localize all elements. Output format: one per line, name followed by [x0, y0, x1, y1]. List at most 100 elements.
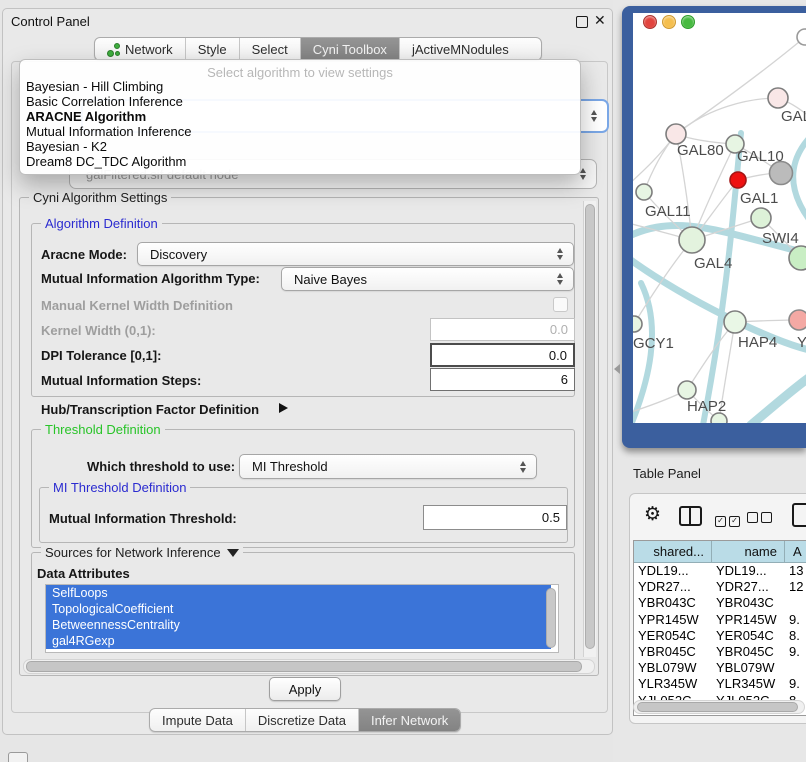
algorithm-option[interactable]: Bayesian - Hill Climbing	[20, 80, 580, 95]
table-horizontal-scrollbar[interactable]	[633, 700, 805, 714]
tab-select[interactable]: Select	[240, 38, 301, 60]
network-node[interactable]	[724, 311, 746, 333]
table-row[interactable]: YPR145WYPR145W9.	[634, 612, 806, 628]
network-canvas[interactable]: GALGAL80GAL10GAL1GAL11SWI4GAL4GCY1HAP4YH…	[633, 13, 806, 423]
network-node[interactable]	[666, 124, 686, 144]
attribute-item[interactable]: TopologicalCoefficient	[46, 601, 551, 617]
attribute-item[interactable]: BetweennessCentrality	[46, 617, 551, 633]
node-label: GAL80	[677, 142, 724, 159]
panel-collapse-handle[interactable]	[614, 364, 620, 374]
thin-edge[interactable]	[676, 98, 778, 134]
group-title: Threshold Definition	[41, 422, 165, 437]
network-node[interactable]	[730, 172, 746, 188]
scrollbar-thumb[interactable]	[585, 204, 595, 649]
table-row[interactable]: YLR345WYLR345W9.	[634, 676, 806, 692]
scrollbar-thumb[interactable]	[26, 661, 582, 672]
table-cell: 9.	[785, 676, 806, 692]
table-cell: 9.	[785, 612, 806, 628]
dpi-tolerance-field[interactable]: 0.0	[430, 343, 575, 367]
gear-icon[interactable]: ⚙	[644, 505, 661, 524]
network-node[interactable]	[797, 29, 806, 45]
table-cell: YDL19...	[634, 563, 712, 579]
group-title: Algorithm Definition	[41, 216, 162, 231]
close-panel-icon[interactable]: ✕	[594, 12, 606, 29]
table-cell: YDR27...	[634, 579, 712, 595]
aracne-mode-combobox[interactable]: Discovery	[137, 242, 574, 266]
network-node[interactable]	[789, 246, 806, 270]
float-window-icon[interactable]	[576, 16, 588, 28]
table-row[interactable]: YBR045CYBR045C9.	[634, 644, 806, 660]
document-icon[interactable]	[792, 503, 806, 527]
network-node[interactable]	[633, 316, 642, 332]
collapse-arrow-icon[interactable]	[227, 549, 239, 557]
table-row[interactable]: YDR27...YDR27...12	[634, 579, 806, 595]
table-row[interactable]: YBL079WYBL079W	[634, 660, 806, 676]
mi-threshold-field[interactable]: 0.5	[423, 505, 567, 530]
control-panel: Control Panel ✕ NetworkStyleSelectCyni T…	[2, 8, 613, 735]
thick-edge[interactable]	[751, 373, 806, 423]
algorithm-option[interactable]: Bayesian - K2	[20, 140, 580, 155]
scrollbar-thumb[interactable]	[546, 588, 556, 648]
attribute-item[interactable]: gal4RGexp	[46, 633, 551, 649]
tab-cyni-toolbox[interactable]: Cyni Toolbox	[301, 38, 400, 60]
which-threshold-value: MI Threshold	[252, 459, 328, 474]
network-node[interactable]	[768, 88, 788, 108]
table-cell	[785, 595, 806, 611]
column-header[interactable]: A	[785, 541, 806, 563]
mi-steps-field[interactable]: 6	[430, 368, 575, 391]
mi-algorithm-type-combobox[interactable]: Naive Bayes	[281, 267, 574, 291]
table-cell: 9.	[785, 644, 806, 660]
algorithm-option[interactable]: ARACNE Algorithm	[20, 110, 580, 125]
table-cell: YPR145W	[634, 612, 712, 628]
tab-discretize-data[interactable]: Discretize Data	[246, 709, 359, 731]
which-threshold-label: Which threshold to use:	[87, 459, 235, 474]
unchecked-boxes-icon[interactable]	[747, 510, 772, 528]
table-row[interactable]: YER054CYER054C8.	[634, 628, 806, 644]
network-view-window[interactable]: GALGAL80GAL10GAL1GAL11SWI4GAL4GCY1HAP4YH…	[622, 6, 806, 448]
data-table[interactable]: shared... name A YDL19...YDL19...13YDR27…	[633, 540, 806, 716]
checked-boxes-icon[interactable]: ✓✓	[715, 510, 740, 528]
network-node[interactable]	[678, 381, 696, 399]
thick-edge[interactable]	[633, 283, 652, 423]
tab-style[interactable]: Style	[186, 38, 240, 60]
table-cell: YER054C	[712, 628, 785, 644]
expand-arrow-icon[interactable]	[279, 403, 288, 413]
scrollbar-thumb[interactable]	[637, 702, 798, 712]
algorithm-option[interactable]: Mutual Information Inference	[20, 125, 580, 140]
node-label: GAL10	[737, 148, 784, 165]
hub-definition-label: Hub/Transcription Factor Definition	[41, 402, 259, 417]
algorithm-select-popup: Select algorithm to view settings Bayesi…	[19, 59, 581, 175]
settings-horizontal-scrollbar[interactable]	[23, 659, 595, 674]
network-node[interactable]	[751, 208, 771, 228]
table-row[interactable]: YBR043CYBR043C	[634, 595, 806, 611]
bottom-tabbar: Impute DataDiscretize DataInfer Network	[149, 708, 461, 732]
group-title: Sources for Network Inference	[41, 545, 243, 560]
tab-jactivemnodules[interactable]: jActiveMNodules	[400, 38, 521, 60]
settings-vertical-scrollbar[interactable]	[583, 201, 596, 657]
tab-impute-data[interactable]: Impute Data	[150, 709, 246, 731]
algorithm-option[interactable]: Basic Correlation Inference	[20, 95, 580, 110]
network-node[interactable]	[636, 184, 652, 200]
network-node[interactable]	[789, 310, 806, 330]
data-attributes-list[interactable]: SelfLoopsTopologicalCoefficientBetweenne…	[45, 584, 559, 653]
network-node[interactable]	[679, 227, 705, 253]
node-label: GAL11	[645, 203, 691, 220]
column-header[interactable]: shared...	[634, 541, 712, 563]
apply-button[interactable]: Apply	[269, 677, 341, 701]
bottom-left-widget[interactable]	[8, 752, 28, 762]
attribute-item[interactable]: SelfLoops	[46, 585, 551, 601]
manual-kernel-width-label: Manual Kernel Width Definition	[41, 298, 233, 313]
split-columns-icon[interactable]	[679, 506, 702, 526]
kernel-width-field[interactable]: 0.0	[430, 318, 575, 341]
thick-edge[interactable]	[793, 133, 806, 228]
tab-infer-network[interactable]: Infer Network	[359, 709, 460, 731]
tab-network[interactable]: Network	[95, 38, 186, 60]
network-graph[interactable]: GALGAL80GAL10GAL1GAL11SWI4GAL4GCY1HAP4YH…	[633, 13, 806, 423]
table-cell: 13	[785, 563, 806, 579]
aracne-mode-value: Discovery	[150, 247, 207, 262]
algorithm-option[interactable]: Dream8 DC_TDC Algorithm	[20, 155, 580, 170]
which-threshold-combobox[interactable]: MI Threshold	[239, 454, 537, 479]
manual-kernel-width-checkbox[interactable]	[553, 297, 568, 312]
table-row[interactable]: YDL19...YDL19...13	[634, 563, 806, 579]
column-header[interactable]: name	[712, 541, 785, 563]
